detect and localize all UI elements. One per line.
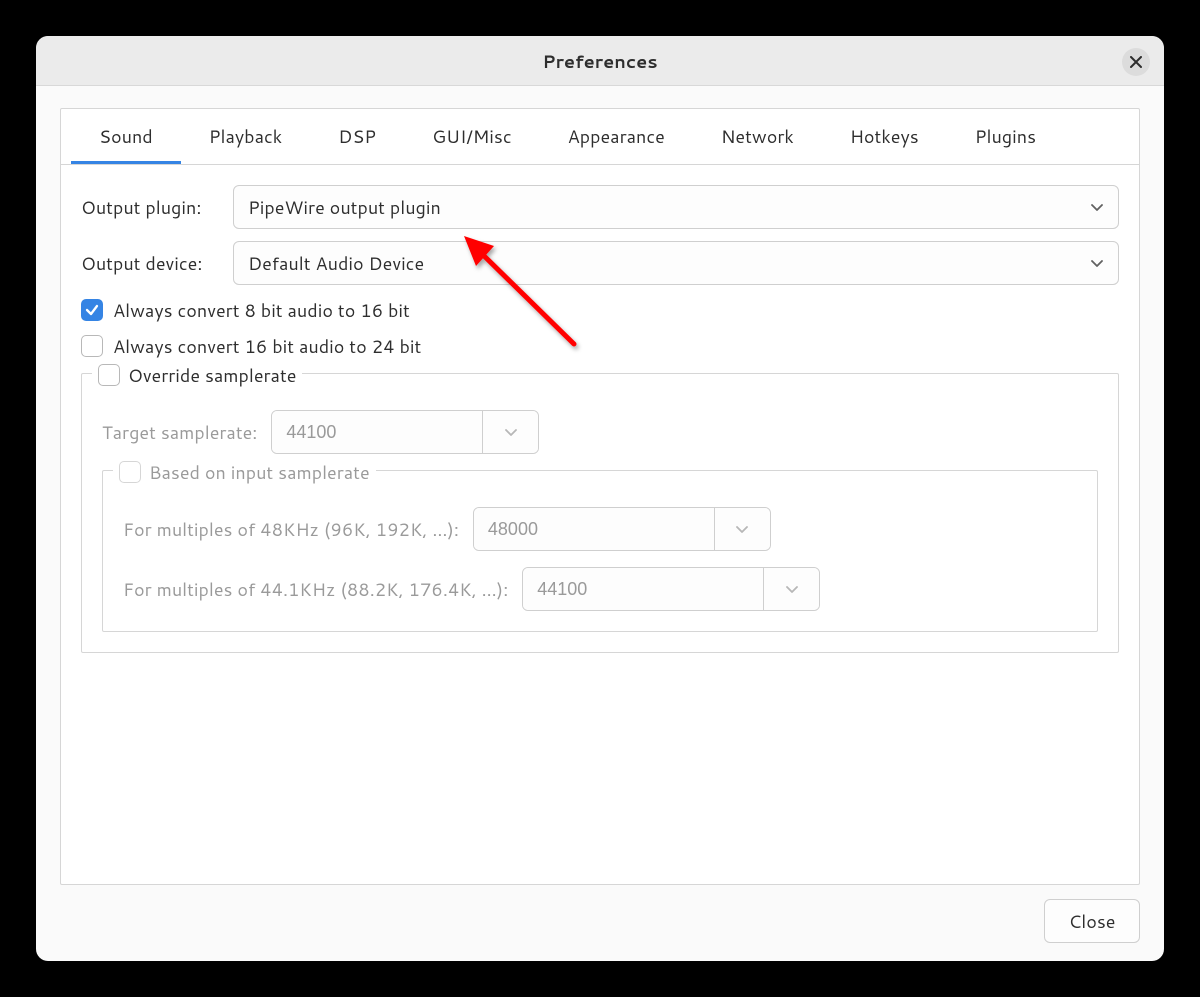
chevron-down-icon[interactable] <box>763 568 819 610</box>
chevron-down-icon[interactable] <box>482 411 538 453</box>
convert-8-to-16-checkbox[interactable] <box>81 299 103 321</box>
mult-441-spin[interactable] <box>522 567 820 611</box>
target-samplerate-input[interactable] <box>272 411 482 453</box>
mult-48-spin[interactable] <box>473 507 771 551</box>
override-samplerate-checkbox[interactable] <box>98 364 120 386</box>
convert-16-to-24-label: Always convert 16 bit audio to 24 bit <box>113 333 421 359</box>
output-device-value: Default Audio Device <box>248 250 424 276</box>
tab-gui-misc[interactable]: GUI/Misc <box>404 109 540 164</box>
tab-appearance[interactable]: Appearance <box>540 109 693 164</box>
tab-plugins[interactable]: Plugins <box>947 109 1064 164</box>
titlebar: Preferences <box>36 36 1164 86</box>
output-device-select[interactable]: Default Audio Device <box>233 241 1119 285</box>
tab-bar: Sound Playback DSP GUI/Misc Appearance N… <box>61 109 1139 165</box>
tab-hotkeys[interactable]: Hotkeys <box>822 109 947 164</box>
preferences-window: Preferences Sound Playback DSP GUI/Misc … <box>36 36 1164 961</box>
based-on-input-checkbox[interactable] <box>119 461 141 483</box>
convert-16-to-24-checkbox[interactable] <box>81 335 103 357</box>
content: Sound Playback DSP GUI/Misc Appearance N… <box>36 86 1164 961</box>
output-plugin-select[interactable]: PipeWire output plugin <box>233 185 1119 229</box>
output-plugin-label: Output plugin: <box>81 194 221 220</box>
output-plugin-value: PipeWire output plugin <box>248 194 441 220</box>
mult-48-label: For multiples of 48KHz (96K, 192K, ...): <box>123 516 459 542</box>
chevron-down-icon <box>1090 194 1104 220</box>
close-icon[interactable] <box>1122 48 1150 76</box>
based-on-input-group: Based on input samplerate For multiples … <box>102 470 1098 632</box>
tab-playback[interactable]: Playback <box>181 109 310 164</box>
tab-sound[interactable]: Sound <box>71 109 181 164</box>
mult-441-label: For multiples of 44.1KHz (88.2K, 176.4K,… <box>123 576 508 602</box>
close-button[interactable]: Close <box>1044 899 1140 943</box>
chevron-down-icon <box>1090 250 1104 276</box>
override-samplerate-label: Override samplerate <box>128 362 296 388</box>
mult-441-input[interactable] <box>523 568 763 610</box>
panel: Sound Playback DSP GUI/Misc Appearance N… <box>60 108 1140 885</box>
dialog-footer: Close <box>60 885 1140 943</box>
override-samplerate-group: Override samplerate Target samplerate: <box>81 373 1119 653</box>
target-samplerate-spin[interactable] <box>271 410 539 454</box>
tab-network[interactable]: Network <box>693 109 822 164</box>
override-samplerate-legend: Override samplerate <box>92 362 302 388</box>
based-on-input-legend: Based on input samplerate <box>113 459 376 485</box>
mult-48-input[interactable] <box>474 508 714 550</box>
output-device-label: Output device: <box>81 250 221 276</box>
tab-body-sound: Output plugin: PipeWire output plugin Ou… <box>61 165 1139 663</box>
chevron-down-icon[interactable] <box>714 508 770 550</box>
window-title: Preferences <box>542 48 657 74</box>
based-on-input-label: Based on input samplerate <box>149 459 370 485</box>
convert-8-to-16-label: Always convert 8 bit audio to 16 bit <box>113 297 410 323</box>
tab-dsp[interactable]: DSP <box>310 109 404 164</box>
target-samplerate-label: Target samplerate: <box>102 419 257 445</box>
